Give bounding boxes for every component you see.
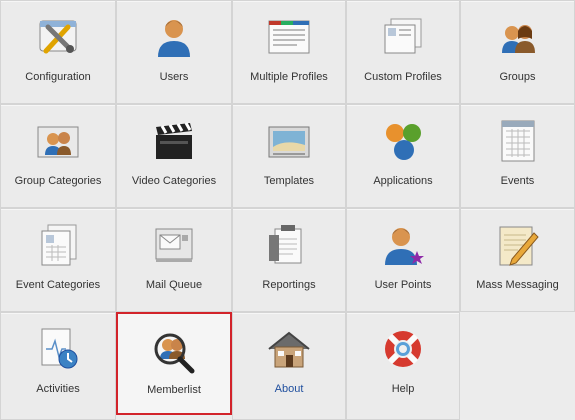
- memberlist-icon: [150, 327, 198, 375]
- tile-activities[interactable]: Activities: [0, 312, 116, 420]
- multiple-profiles-icon: [265, 13, 313, 61]
- tile-label: Group Categories: [14, 175, 102, 187]
- activities-icon: [34, 325, 82, 373]
- tile-reportings[interactable]: Reportings: [232, 208, 346, 312]
- tile-help[interactable]: Help: [346, 312, 460, 420]
- tile-label: Templates: [263, 175, 315, 187]
- tile-label: Custom Profiles: [364, 71, 442, 83]
- event-categories-icon: [34, 221, 82, 269]
- mail-queue-icon: [150, 221, 198, 269]
- templates-icon: [265, 117, 313, 165]
- tile-label: Activities: [36, 383, 80, 395]
- custom-profiles-icon: [379, 13, 427, 61]
- tile-label: User Points: [374, 279, 432, 291]
- tile-label: Help: [391, 383, 415, 395]
- tile-groups[interactable]: Groups: [460, 0, 575, 104]
- tile-custom-profiles[interactable]: Custom Profiles: [346, 0, 460, 104]
- tile-about[interactable]: About: [232, 312, 346, 420]
- groups-icon: [494, 13, 542, 61]
- group-categories-icon: [34, 117, 82, 165]
- user-icon: [150, 13, 198, 61]
- tile-event-categories[interactable]: Event Categories: [0, 208, 116, 312]
- house-icon: [265, 325, 313, 373]
- admin-menu-grid: Configuration Users Multiple Profiles Cu…: [0, 0, 575, 420]
- tile-label: Users: [159, 71, 189, 83]
- applications-icon: [379, 117, 427, 165]
- calendar-icon: [494, 117, 542, 165]
- tile-label: Video Categories: [131, 175, 217, 187]
- tile-label: Reportings: [262, 279, 316, 291]
- tile-mass-messaging[interactable]: Mass Messaging: [460, 208, 575, 312]
- tile-label: Applications: [373, 175, 433, 187]
- tile-user-points[interactable]: User Points: [346, 208, 460, 312]
- tile-applications[interactable]: Applications: [346, 104, 460, 208]
- tile-label[interactable]: About: [233, 383, 345, 395]
- lifebuoy-icon: [379, 325, 427, 373]
- tile-label: Configuration: [25, 71, 91, 83]
- tile-memberlist[interactable]: Memberlist: [116, 312, 232, 415]
- tile-label: Event Categories: [15, 279, 101, 291]
- user-points-icon: [379, 221, 427, 269]
- tile-group-categories[interactable]: Group Categories: [0, 104, 116, 208]
- tile-label: Events: [500, 175, 535, 187]
- mass-messaging-icon: [494, 221, 542, 269]
- tile-configuration[interactable]: Configuration: [0, 0, 116, 104]
- clapperboard-icon: [150, 117, 198, 165]
- tile-multiple-profiles[interactable]: Multiple Profiles: [232, 0, 346, 104]
- tile-label: Multiple Profiles: [250, 71, 328, 83]
- configuration-tools-icon: [34, 13, 82, 61]
- tile-video-categories[interactable]: Video Categories: [116, 104, 232, 208]
- tile-label: Mass Messaging: [476, 279, 559, 291]
- tile-label: Mail Queue: [145, 279, 203, 291]
- tile-label: Memberlist: [147, 384, 201, 396]
- tile-users[interactable]: Users: [116, 0, 232, 104]
- tile-label: Groups: [499, 71, 536, 83]
- tile-events[interactable]: Events: [460, 104, 575, 208]
- tile-templates[interactable]: Templates: [232, 104, 346, 208]
- reportings-icon: [265, 221, 313, 269]
- tile-mail-queue[interactable]: Mail Queue: [116, 208, 232, 312]
